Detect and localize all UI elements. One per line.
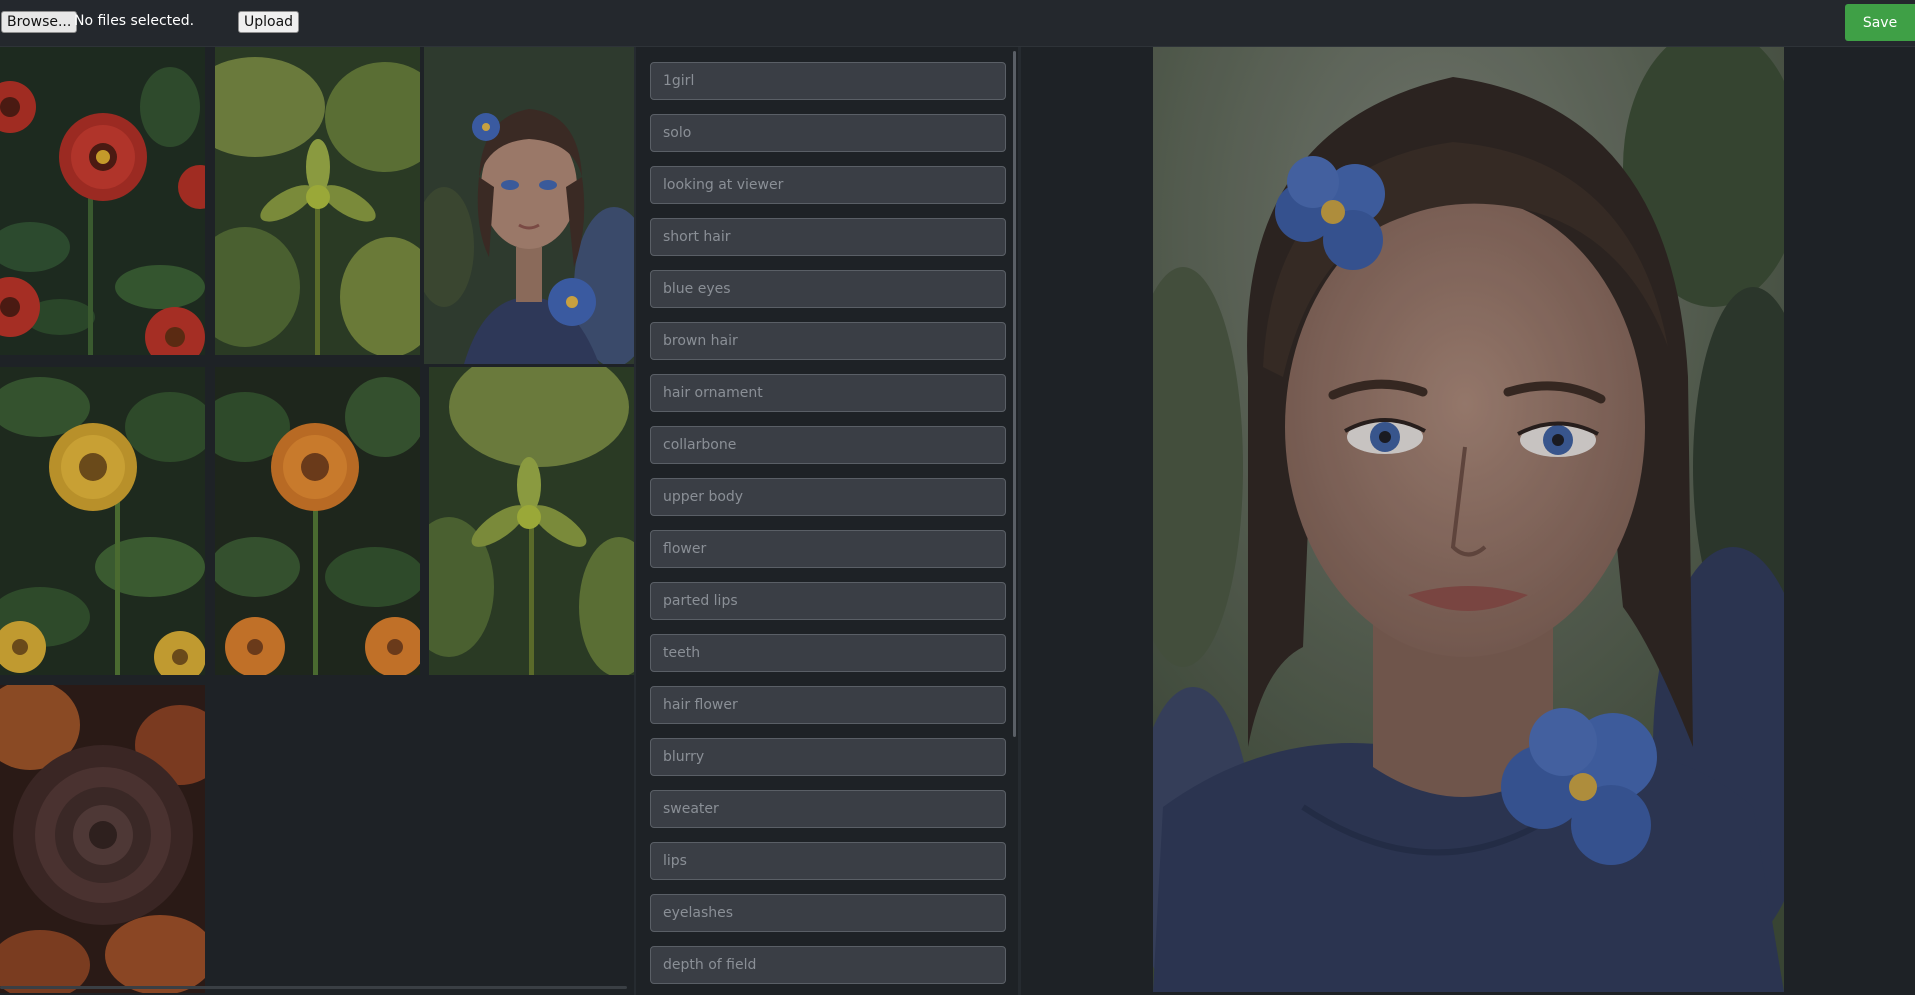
tag-input[interactable]: hair ornament — [650, 374, 1006, 412]
image-preview — [1153, 47, 1784, 992]
tag-panel-divider — [1018, 47, 1021, 995]
tag-input[interactable]: short hair — [650, 218, 1006, 256]
tag-input[interactable]: eyelashes — [650, 894, 1006, 932]
tag-input[interactable]: depth of field — [650, 946, 1006, 984]
tag-input[interactable]: flower — [650, 530, 1006, 568]
gallery-divider — [634, 47, 636, 995]
tag-input[interactable]: lips — [650, 842, 1006, 880]
tag-list: 1girl solo looking at viewer short hair … — [648, 58, 1008, 995]
gallery-scrollbar[interactable] — [0, 986, 627, 989]
gallery-thumb-green-plant-2[interactable] — [429, 367, 634, 675]
tag-label: collarbone — [663, 437, 737, 453]
tag-input[interactable]: blurry — [650, 738, 1006, 776]
tag-input[interactable]: hair flower — [650, 686, 1006, 724]
tag-label: blurry — [663, 749, 705, 765]
tag-label: brown hair — [663, 333, 738, 349]
tag-input[interactable]: sweater — [650, 790, 1006, 828]
orange-flowers-image — [215, 367, 420, 675]
save-button[interactable]: Save — [1845, 4, 1915, 41]
tag-input[interactable]: upper body — [650, 478, 1006, 516]
file-status-text: No files selected. — [74, 13, 195, 29]
tag-label: looking at viewer — [663, 177, 784, 193]
girl-portrait-image — [424, 47, 634, 364]
tag-label: hair flower — [663, 697, 738, 713]
tag-label: hair ornament — [663, 385, 763, 401]
tag-input[interactable]: brown hair — [650, 322, 1006, 360]
green-plant-2-image — [429, 367, 634, 675]
upload-button[interactable]: Upload — [238, 11, 300, 33]
gallery-thumb-dark-rose[interactable] — [0, 685, 205, 993]
gallery-thumb-girl-portrait[interactable] — [424, 47, 634, 364]
tag-input[interactable]: parted lips — [650, 582, 1006, 620]
tag-label: upper body — [663, 489, 744, 505]
green-plant-image — [215, 47, 420, 355]
preview-portrait-image — [1153, 47, 1784, 992]
tag-label: flower — [663, 541, 707, 557]
tag-input[interactable]: looking at viewer — [650, 166, 1006, 204]
red-flowers-image — [0, 47, 205, 355]
image-gallery — [0, 47, 634, 995]
tag-label: teeth — [663, 645, 701, 661]
tag-input[interactable]: collarbone — [650, 426, 1006, 464]
browse-button[interactable]: Browse... — [1, 11, 78, 33]
tag-input[interactable]: 1girl — [650, 62, 1006, 100]
tag-input[interactable]: teeth — [650, 634, 1006, 672]
tag-list-scrollbar[interactable] — [1013, 51, 1016, 737]
yellow-flowers-image — [0, 367, 205, 675]
gallery-thumb-orange-flowers[interactable] — [215, 367, 420, 675]
tag-label: eyelashes — [663, 905, 734, 921]
gallery-thumb-red-flowers[interactable] — [0, 47, 205, 355]
tag-label: solo — [663, 125, 692, 141]
tag-label: depth of field — [663, 957, 757, 973]
gallery-thumb-yellow-flowers[interactable] — [0, 367, 205, 675]
tag-label: sweater — [663, 801, 719, 817]
dark-rose-image — [0, 685, 205, 993]
tag-label: short hair — [663, 229, 731, 245]
toolbar: Browse... No files selected. Upload Save — [0, 0, 1915, 47]
tag-label: parted lips — [663, 593, 738, 609]
tag-input[interactable]: solo — [650, 114, 1006, 152]
tag-label: 1girl — [663, 73, 695, 89]
tag-label: blue eyes — [663, 281, 731, 297]
gallery-thumb-green-plant[interactable] — [215, 47, 420, 355]
tag-input[interactable]: blue eyes — [650, 270, 1006, 308]
tag-label: lips — [663, 853, 687, 869]
